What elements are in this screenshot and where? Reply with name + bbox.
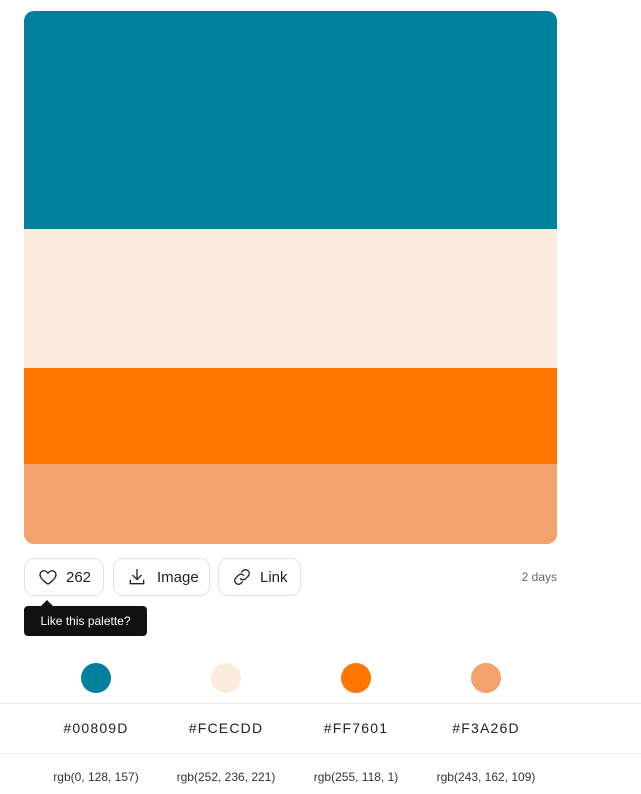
image-button-label: Image <box>157 568 199 586</box>
palette-preview[interactable] <box>24 11 557 544</box>
rgb-value-1[interactable]: rgb(0, 128, 157) <box>31 770 161 784</box>
color-swatch-4[interactable] <box>24 464 557 544</box>
color-dot-1[interactable] <box>81 663 111 693</box>
like-button[interactable]: 262 <box>24 558 104 596</box>
color-swatch-1[interactable] <box>24 11 557 229</box>
download-image-button[interactable]: Image <box>113 558 210 596</box>
like-tooltip: Like this palette? <box>24 600 147 636</box>
color-swatch-2[interactable] <box>24 229 557 368</box>
color-dot-3[interactable] <box>341 663 371 693</box>
like-count: 262 <box>66 568 92 586</box>
rgb-value-2[interactable]: rgb(252, 236, 221) <box>161 770 291 784</box>
link-button-label: Link <box>260 568 288 586</box>
divider <box>0 753 641 754</box>
heart-icon <box>38 567 58 587</box>
hex-code-3[interactable]: #FF7601 <box>291 720 421 736</box>
rgb-value-4[interactable]: rgb(243, 162, 109) <box>421 770 551 784</box>
link-icon <box>232 567 252 587</box>
divider <box>0 703 641 704</box>
hex-code-2[interactable]: #FCECDD <box>161 720 291 736</box>
palette-age: 2 days <box>521 570 557 584</box>
color-swatch-3[interactable] <box>24 368 557 464</box>
color-dot-2[interactable] <box>211 663 241 693</box>
hex-code-1[interactable]: #00809D <box>31 720 161 736</box>
rgb-value-3[interactable]: rgb(255, 118, 1) <box>291 770 421 784</box>
color-dot-4[interactable] <box>471 663 501 693</box>
hex-code-4[interactable]: #F3A26D <box>421 720 551 736</box>
download-icon <box>127 567 147 587</box>
copy-link-button[interactable]: Link <box>218 558 301 596</box>
